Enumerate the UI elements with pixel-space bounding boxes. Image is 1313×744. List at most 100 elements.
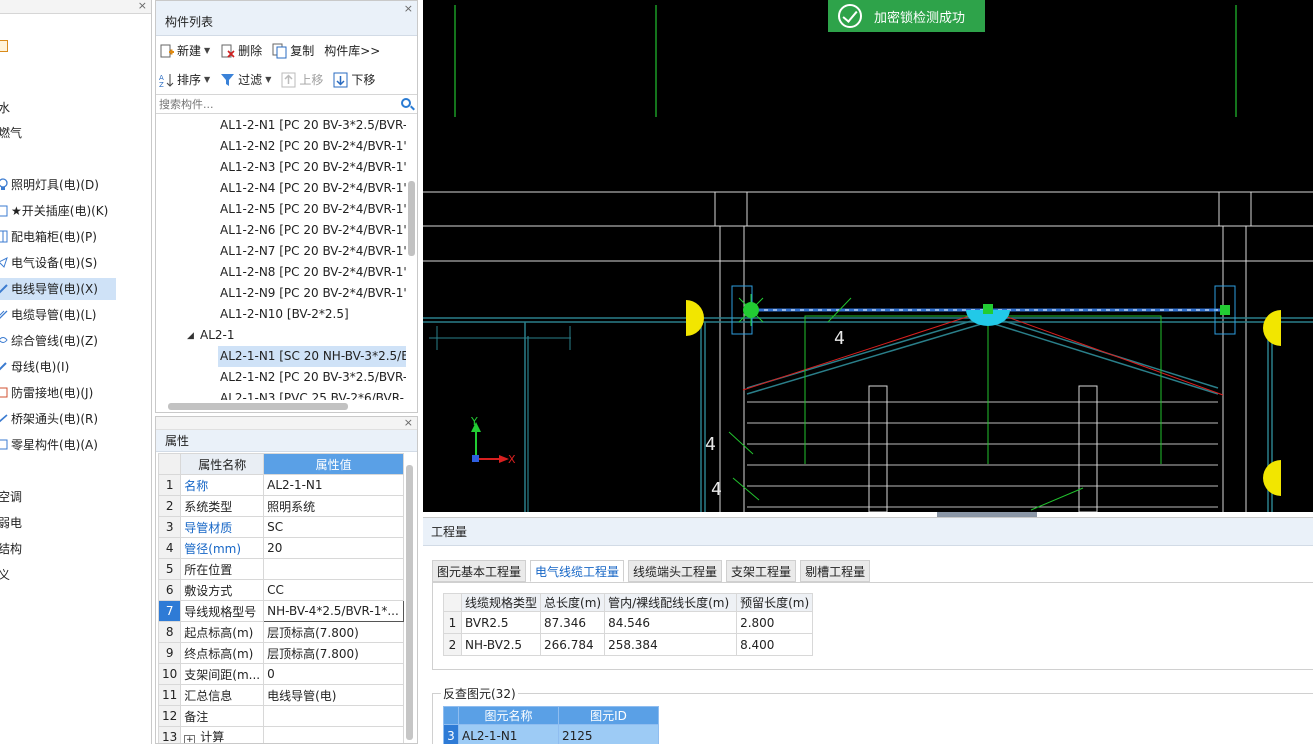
close-icon[interactable]: × — [404, 3, 413, 15]
tab-basic-quantity[interactable]: 图元基本工程量 — [432, 560, 527, 582]
new-button[interactable]: 新建 ▼ — [159, 42, 210, 59]
filter-button[interactable]: 过滤 ▼ — [220, 71, 271, 88]
property-row[interactable]: 1 名称 AL2-1-N1 — [157, 474, 405, 496]
property-row[interactable]: 6 敷设方式 CC — [157, 579, 405, 601]
tree-collapse-icon[interactable]: ◢ — [187, 331, 194, 341]
nav-item-distribution-box[interactable]: 配电箱柜(电)(P) — [0, 226, 97, 248]
nav-item-weak-current[interactable]: 弱电 — [0, 512, 22, 534]
nav-item-cable-conduit[interactable]: 电缆导管(电)(L) — [0, 304, 96, 326]
nav-item-water[interactable]: 水 — [0, 97, 10, 119]
property-row[interactable]: 5 所在位置 — [157, 558, 405, 580]
tree-item[interactable]: AL1-2-N7 [PC 20 BV-2*4/BVR-1' — [220, 241, 406, 262]
component-list-title: 构件列表 — [165, 15, 214, 29]
nav-item-misc-component[interactable]: 零星构件(电)(A) — [0, 434, 98, 456]
equipment-icon — [0, 254, 8, 268]
cad-drawing-canvas[interactable]: 4 4 4 Y X 加密锁检测成功 — [423, 0, 1313, 512]
tree-item[interactable]: AL1-2-N1 [PC 20 BV-3*2.5/BVR-1 — [220, 115, 406, 136]
tab-cable-terminal-quantity[interactable]: 线缆端头工程量 — [628, 560, 723, 582]
nav-item-custom[interactable]: 义 — [0, 564, 10, 586]
component-library-button[interactable]: 构件库>> — [324, 42, 380, 59]
tree-group-al2-1[interactable]: AL2-1 — [200, 325, 235, 346]
move-down-button[interactable]: 下移 — [333, 71, 375, 88]
tree-item[interactable]: AL2-1-N2 [PC 20 BV-3*2.5/BVR- — [220, 367, 406, 388]
nav-item-hvac[interactable]: 空调 — [0, 486, 22, 508]
property-row[interactable]: 2 系统类型 照明系统 — [157, 495, 405, 517]
copy-button[interactable]: 复制 — [272, 42, 314, 59]
light-fixture[interactable] — [1263, 310, 1281, 346]
nav-item-combined-pipeline[interactable]: 综合管线(电)(Z) — [0, 330, 98, 352]
tree-item-selected[interactable]: AL2-1-N1 [SC 20 NH-BV-3*2.5/E — [218, 346, 406, 367]
nav-item-lighting[interactable]: 照明灯具(电)(D) — [0, 174, 99, 196]
tree-item[interactable]: AL1-2-N5 [PC 20 BV-2*4/BVR-1' — [220, 199, 406, 220]
tab-groove-quantity[interactable]: 剔槽工程量 — [800, 560, 871, 582]
nav-item-busbar[interactable]: 母线(电)(I) — [0, 356, 69, 378]
sort-button[interactable]: AZ 排序 ▼ — [159, 71, 210, 89]
close-icon[interactable]: × — [138, 0, 147, 12]
property-value[interactable]: CC — [263, 579, 405, 601]
tree-item[interactable]: AL1-2-N2 [PC 20 BV-2*4/BVR-1' — [220, 136, 406, 157]
nav-item-structure[interactable]: 结构 — [0, 538, 22, 560]
nav-item-switch-socket[interactable]: ★开关插座(电)(K) — [0, 200, 108, 222]
property-row[interactable]: 9 终点标高(m) 层顶标高(7.800) — [157, 642, 405, 664]
tree-item[interactable]: AL1-2-N9 [PC 20 BV-2*4/BVR-1' — [220, 283, 406, 304]
cable-icon — [0, 306, 8, 319]
row-index-header — [443, 706, 459, 725]
properties-scrollbar[interactable] — [406, 465, 413, 740]
property-row[interactable]: 3 导管材质 SC — [157, 516, 405, 538]
tree-item[interactable]: AL1-2-N10 [BV-2*2.5] — [220, 304, 349, 325]
table-row-selected[interactable]: 3 AL2-1-N1 2125 — [443, 724, 659, 744]
search-icon[interactable] — [401, 98, 411, 108]
nav-item-electrical-equipment[interactable]: 电气设备(电)(S) — [0, 252, 97, 274]
property-value[interactable]: 电线导管(电) — [263, 684, 405, 706]
column-header: 图元名称 — [458, 706, 559, 725]
property-row[interactable]: 11 汇总信息 电线导管(电) — [157, 684, 405, 706]
tree-horizontal-scrollbar[interactable] — [168, 403, 348, 410]
dongle-success-toast: 加密锁检测成功 — [828, 0, 985, 32]
tab-cable-quantity[interactable]: 电气线缆工程量 — [530, 560, 625, 582]
delete-button[interactable]: 删除 — [220, 42, 262, 59]
property-row[interactable]: 10 支架间距(m... 0 — [157, 663, 405, 685]
tree-item[interactable]: AL1-2-N6 [PC 20 BV-2*4/BVR-1' — [220, 220, 406, 241]
property-row[interactable]: 4 管径(mm) 20 — [157, 537, 405, 559]
light-fixture[interactable] — [1263, 460, 1281, 496]
tree-item[interactable]: AL2-1-N3 [PVC 25 BV-2*6/BVR- — [220, 388, 404, 400]
new-icon — [159, 43, 174, 59]
tree-item[interactable]: AL1-2-N3 [PC 20 BV-2*4/BVR-1' — [220, 157, 406, 178]
edit-icon[interactable] — [0, 40, 8, 52]
property-value[interactable]: 层顶标高(7.800) — [263, 642, 405, 664]
property-row-selected[interactable]: 7 导线规格型号 NH-BV-4*2.5/BVR-1*... — [157, 600, 405, 622]
property-value[interactable]: 20 — [263, 537, 405, 559]
nav-item-gas[interactable]: 燃气 — [0, 122, 22, 144]
property-value[interactable] — [263, 705, 405, 727]
close-icon[interactable]: × — [404, 417, 413, 429]
property-value[interactable]: AL2-1-N1 — [263, 474, 405, 496]
property-row[interactable]: 13 + 计算 — [157, 726, 405, 743]
property-value[interactable] — [263, 726, 405, 743]
junction-node[interactable] — [983, 304, 993, 314]
property-value[interactable]: 0 — [263, 663, 405, 685]
property-value[interactable]: 层顶标高(7.800) — [263, 621, 405, 643]
cabinet-icon — [0, 228, 8, 243]
property-value[interactable]: SC — [263, 516, 405, 538]
tree-item[interactable]: AL1-2-N8 [PC 20 BV-2*4/BVR-1' — [220, 262, 406, 283]
component-search-input[interactable] — [156, 95, 392, 113]
expand-icon[interactable]: + — [184, 735, 196, 743]
tree-item[interactable]: AL1-2-N4 [PC 20 BV-2*4/BVR-1' — [220, 178, 406, 199]
properties-table: 属性名称 属性值 1 名称 AL2-1-N1 2 系统类型 照明系统 3 导管材质 SC 4… — [157, 453, 405, 743]
property-value[interactable]: 照明系统 — [263, 495, 405, 517]
junction-node[interactable] — [1220, 305, 1230, 315]
property-row[interactable]: 12 备注 — [157, 705, 405, 727]
nav-item-tray-fitting[interactable]: 桥架通头(电)(R) — [0, 408, 98, 430]
component-icon — [0, 436, 8, 450]
property-row[interactable]: 8 起点标高(m) 层顶标高(7.800) — [157, 621, 405, 643]
move-up-button[interactable]: 上移 — [281, 71, 323, 88]
nav-item-lightning-protection[interactable]: 防雷接地(电)(J) — [0, 382, 93, 404]
nav-item-wire-conduit[interactable]: 电线导管(电)(X) — [0, 278, 116, 300]
table-row[interactable]: 2 NH-BV2.5 266.784 258.384 8.400 — [443, 633, 814, 656]
property-value[interactable] — [263, 558, 405, 580]
tree-vertical-scrollbar[interactable] — [408, 181, 415, 256]
wire-spec-input[interactable]: NH-BV-4*2.5/BVR-1*... — [263, 600, 405, 622]
table-row[interactable]: 1 BVR2.5 87.346 84.546 2.800 — [443, 611, 814, 634]
delete-icon — [220, 43, 235, 59]
tab-bracket-quantity[interactable]: 支架工程量 — [726, 560, 797, 582]
